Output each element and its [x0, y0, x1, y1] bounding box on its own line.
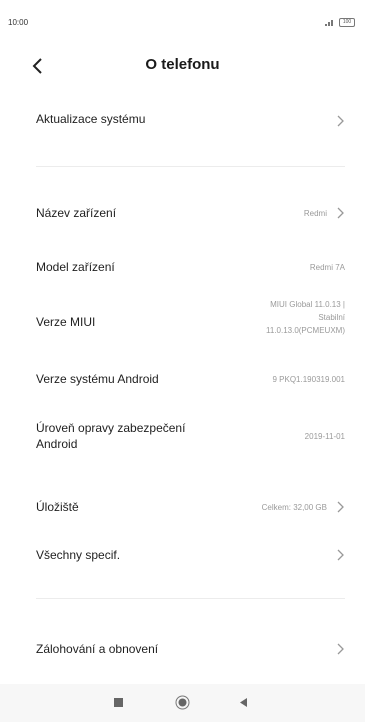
chevron-right-icon — [337, 643, 344, 655]
miui-version-label: Verze MIUI — [36, 315, 96, 329]
android-version-label: Verze systému Android — [36, 372, 159, 386]
device-name-value: Redmi — [303, 209, 327, 218]
status-time: 10:00 — [8, 18, 29, 27]
backup-restore-label: Zálohování a obnovení — [36, 642, 159, 656]
security-patch-label: Úroveň opravy zabezpečení Android — [36, 420, 185, 452]
device-model-row: Model zařízení Redmi 7A — [0, 252, 365, 282]
all-specs-label: Všechny specif. — [36, 548, 121, 562]
android-version-value: 9 PKQ1.190319.001 — [272, 375, 345, 384]
device-model-value: Redmi 7A — [309, 263, 345, 272]
storage-row[interactable]: Úložiště Celkem: 32,00 GB — [0, 492, 365, 522]
miui-version-row[interactable]: Verze MIUI MIUI Global 11.0.13 | Stabiln… — [0, 296, 365, 350]
system-update-row[interactable]: Aktualizace systému — [0, 104, 365, 138]
page-title: O telefonu — [145, 56, 220, 73]
divider — [36, 166, 345, 167]
security-patch-row: Úroveň opravy zabezpečení Android 2019-1… — [0, 414, 365, 460]
security-patch-label-line: Úroveň opravy zabezpečení — [36, 421, 186, 435]
chevron-right-icon — [337, 207, 344, 219]
back-nav-button[interactable] — [238, 697, 248, 708]
battery-icon: 100 — [339, 18, 355, 27]
divider — [36, 598, 345, 599]
storage-label: Úložiště — [36, 500, 79, 514]
navigation-bar — [0, 684, 365, 722]
miui-version-line: 11.0.13.0(PCMEUXM) — [266, 326, 345, 335]
signal-icon — [325, 19, 335, 26]
recent-apps-button[interactable] — [113, 697, 124, 708]
home-button[interactable] — [175, 695, 190, 710]
chevron-right-icon — [337, 501, 344, 513]
chevron-right-icon — [337, 549, 344, 561]
miui-version-line: Stabilní — [318, 313, 345, 322]
system-update-label: Aktualizace systému — [36, 112, 146, 126]
device-name-label: Název zařízení — [36, 206, 117, 220]
storage-value: Celkem: 32,00 GB — [261, 503, 327, 512]
status-bar: 10:00 100 — [0, 0, 365, 44]
header: O telefonu — [0, 50, 365, 86]
security-patch-value: 2019-11-01 — [304, 432, 345, 441]
miui-version-line: MIUI Global 11.0.13 | — [270, 300, 345, 309]
chevron-right-icon — [337, 115, 344, 127]
backup-restore-row[interactable]: Zálohování a obnovení — [0, 634, 365, 664]
miui-version-value: MIUI Global 11.0.13 | Stabilní 11.0.13.0… — [266, 298, 345, 337]
android-version-row[interactable]: Verze systému Android 9 PKQ1.190319.001 — [0, 364, 365, 394]
status-icons: 100 — [325, 18, 355, 27]
device-model-label: Model zařízení — [36, 260, 115, 274]
all-specs-row[interactable]: Všechny specif. — [0, 540, 365, 570]
device-name-row[interactable]: Název zařízení Redmi — [0, 198, 365, 228]
security-patch-label-line: Android — [36, 437, 78, 451]
